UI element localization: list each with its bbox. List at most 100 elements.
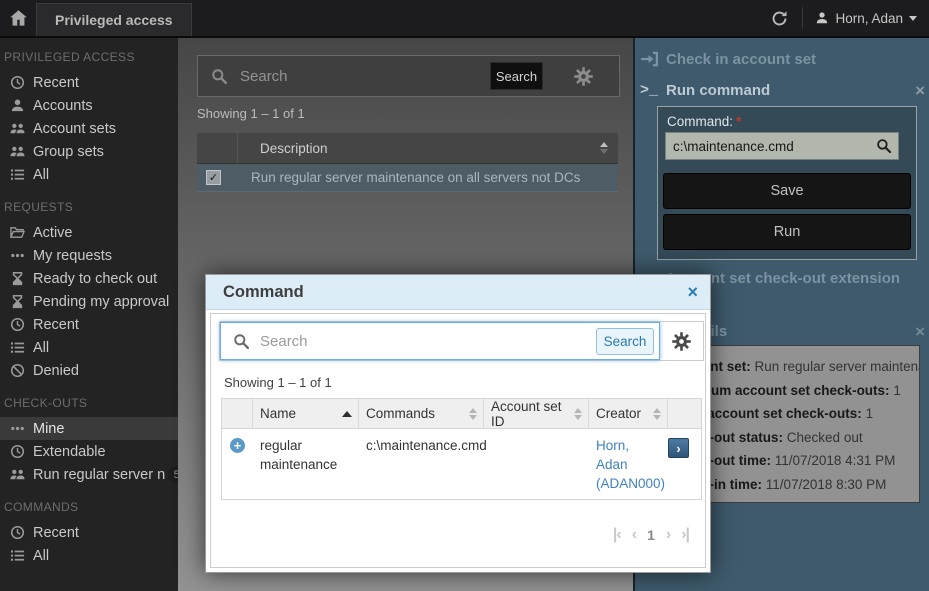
first-page-icon[interactable]: |‹ (613, 526, 621, 544)
ban-icon (10, 363, 25, 378)
sidebar-item-all-requests[interactable]: All (0, 336, 178, 359)
user-menu[interactable]: Horn, Adan (803, 11, 929, 26)
sidebar-item-recent[interactable]: Recent (0, 71, 178, 94)
sidebar-item-all-commands[interactable]: All (0, 544, 178, 567)
section-title-privileged-access: PRIVILEGED ACCESS (0, 36, 178, 71)
next-page-icon[interactable]: › (666, 526, 670, 544)
command-dialog: Command × Search Showing 1 – 1 of 1 Name (205, 274, 711, 573)
search-icon[interactable] (876, 138, 892, 154)
home-button[interactable] (0, 0, 36, 36)
sidebar: PRIVILEGED ACCESS Recent Accounts Accoun… (0, 36, 178, 591)
dialog-result-count: Showing 1 – 1 of 1 (224, 375, 332, 390)
table-row[interactable]: ✓ Run regular server maintenance on all … (197, 164, 618, 192)
expand-plus-icon[interactable]: + (230, 438, 245, 453)
sidebar-item-extendable[interactable]: Extendable (0, 440, 178, 463)
user-icon (815, 11, 829, 25)
run-command-form: Command:* Save Run (657, 106, 917, 260)
sidebar-item-my-requests[interactable]: My requests (0, 244, 178, 267)
cell-name: regular maintenance (253, 429, 359, 499)
last-page-icon[interactable]: ›| (681, 526, 689, 544)
main-settings-gear-icon[interactable] (561, 67, 603, 86)
column-commands[interactable]: Commands (359, 399, 484, 428)
panel-header-details[interactable]: Details × (678, 323, 925, 340)
terminal-icon: >_ (640, 82, 658, 99)
current-page[interactable]: 1 (647, 527, 655, 543)
table-row[interactable]: + regular maintenance c:\maintenance.cmd… (222, 429, 701, 499)
user-name: Horn, Adan (835, 11, 903, 26)
dialog-search-box: Search (220, 322, 660, 360)
user-icon (10, 98, 25, 113)
search-icon (211, 68, 228, 85)
main-table: Description ✓ Run regular server mainten… (197, 133, 618, 192)
sort-asc-icon (342, 411, 352, 417)
sidebar-item-recent-requests[interactable]: Recent (0, 313, 178, 336)
column-description[interactable]: Description (238, 141, 600, 156)
cell-creator: Horn, Adan (ADAN000) (589, 429, 668, 499)
cell-account-set-id (484, 429, 589, 499)
column-creator[interactable]: Creator (589, 399, 668, 428)
close-icon[interactable]: × (915, 82, 925, 99)
column-account-set-id[interactable]: Account set ID (484, 399, 589, 428)
ellipsis-icon (10, 248, 25, 263)
sidebar-item-pending-my-approval[interactable]: Pending my approval (0, 290, 178, 313)
users-icon (10, 467, 25, 482)
dialog-search-button[interactable]: Search (596, 328, 654, 355)
section-title-check-outs: CHECK-OUTS (0, 382, 178, 417)
clock-icon (10, 75, 25, 90)
creator-link[interactable]: Horn, Adan (ADAN000) (596, 438, 665, 491)
top-bar: Privileged access Horn, Adan (0, 0, 929, 38)
prev-page-icon[interactable]: ‹ (632, 526, 636, 544)
sidebar-item-group-sets[interactable]: Group sets (0, 140, 178, 163)
check-in-icon (640, 50, 658, 68)
sidebar-item-ready-to-check-out[interactable]: Ready to check out (0, 267, 178, 290)
ellipsis-icon (10, 421, 25, 436)
save-button[interactable]: Save (663, 173, 911, 209)
hourglass-icon (10, 294, 25, 309)
dialog-body: Search Showing 1 – 1 of 1 Name Commands … (210, 313, 706, 568)
clock-icon (10, 444, 25, 459)
refresh-button[interactable] (757, 10, 802, 27)
run-button[interactable]: Run (663, 214, 911, 250)
checkbox-column-header (197, 133, 238, 163)
row-description: Run regular server maintenance on all se… (221, 170, 580, 185)
dialog-search-input[interactable] (258, 332, 592, 351)
count-badge: 5 (168, 466, 178, 483)
section-title-requests: REQUESTS (0, 186, 178, 221)
hourglass-icon (10, 271, 25, 286)
dialog-settings-gear-icon[interactable] (660, 322, 703, 360)
dialog-title: Command (206, 283, 304, 302)
sidebar-item-run-regular-server[interactable]: Run regular server n 5 (0, 463, 178, 486)
sort-icon (653, 408, 661, 420)
refresh-icon (771, 10, 788, 27)
command-label: Command:* (667, 114, 741, 129)
main-search-bar: Search (197, 55, 620, 97)
panel-header-check-in-account-set[interactable]: Check in account set (640, 50, 925, 68)
main-search-input[interactable] (238, 67, 490, 86)
column-expand (222, 399, 253, 428)
sort-icon (574, 408, 582, 420)
column-actions (668, 399, 701, 428)
sidebar-item-recent-commands[interactable]: Recent (0, 521, 178, 544)
sort-icon[interactable] (600, 142, 608, 154)
main-search-button[interactable]: Search (490, 62, 543, 90)
clock-icon (10, 317, 25, 332)
command-input[interactable] (666, 138, 876, 155)
row-detail-arrow-button[interactable]: › (668, 438, 689, 458)
dialog-titlebar: Command × (206, 275, 710, 310)
section-title-commands: COMMANDS (0, 486, 178, 521)
row-checkbox[interactable]: ✓ (206, 170, 221, 185)
sidebar-item-accounts[interactable]: Accounts (0, 94, 178, 117)
sidebar-item-mine[interactable]: Mine (0, 417, 178, 440)
sidebar-item-active[interactable]: Active (0, 221, 178, 244)
clock-icon (10, 525, 25, 540)
column-name[interactable]: Name (253, 399, 359, 428)
sidebar-item-account-sets[interactable]: Account sets (0, 117, 178, 140)
list-icon (10, 340, 25, 355)
close-icon[interactable]: × (687, 283, 698, 301)
sidebar-item-denied[interactable]: Denied (0, 359, 178, 382)
sidebar-item-all-privileged[interactable]: All (0, 163, 178, 186)
panel-header-run-command[interactable]: >_ Run command × (640, 82, 925, 99)
list-icon (10, 167, 25, 182)
tab-privileged-access[interactable]: Privileged access (36, 3, 192, 36)
close-icon[interactable]: × (915, 323, 925, 340)
